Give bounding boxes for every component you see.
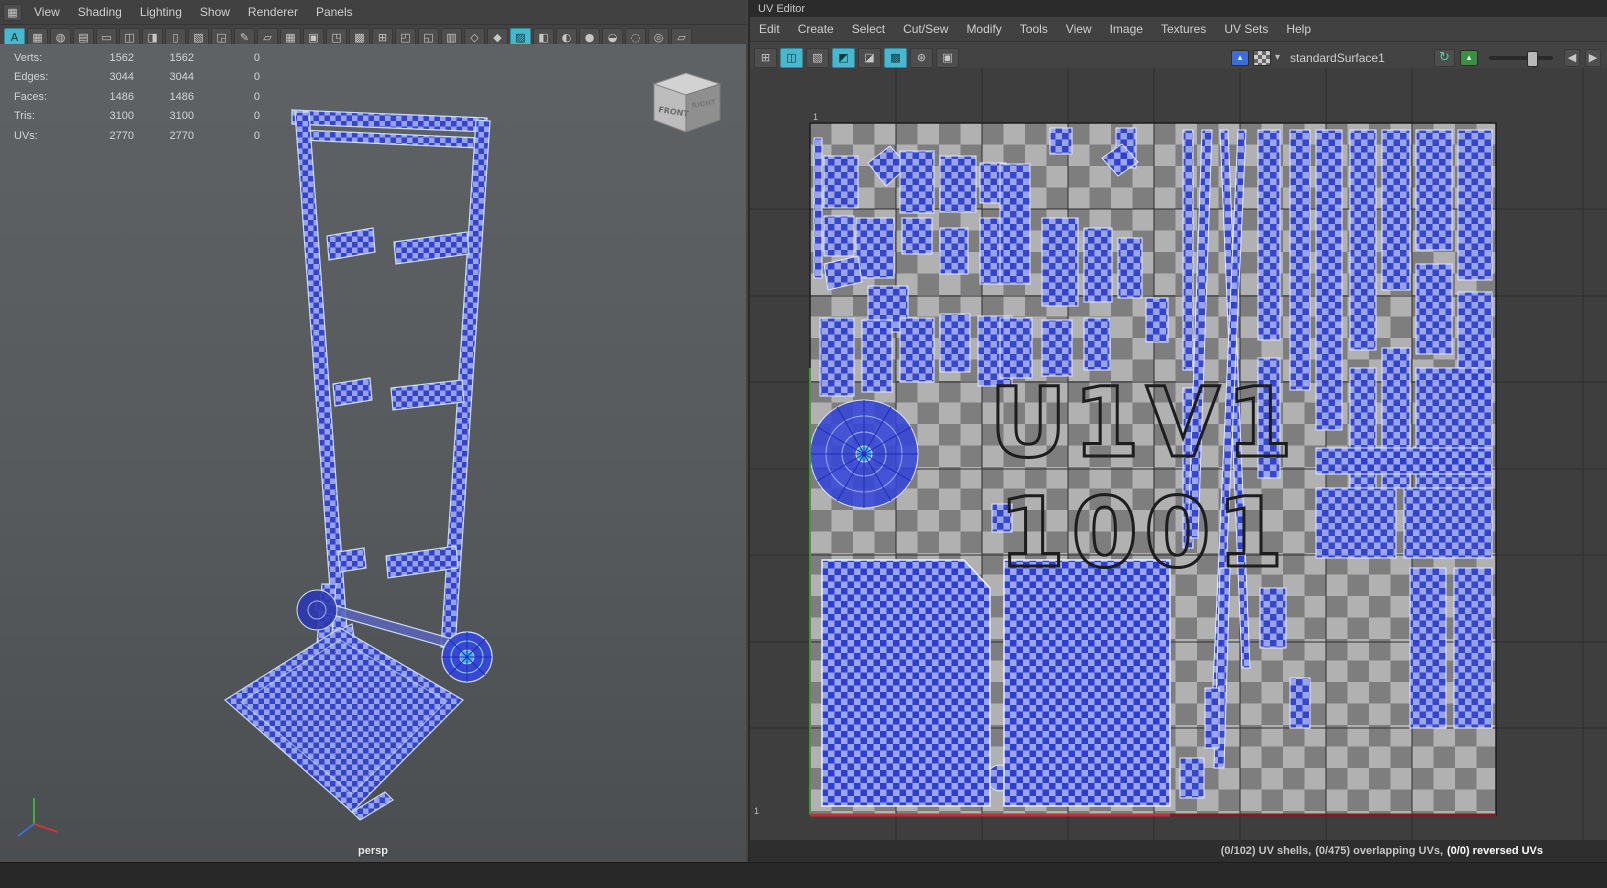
uv-lattice-icon[interactable]: ⊞	[754, 47, 777, 68]
uv-editor-menu-item[interactable]: View	[1057, 19, 1101, 39]
collapse-left-icon[interactable]: ◀	[1564, 48, 1580, 67]
viewport-panel: ▦ View Shading Lighting Show Renderer Panels …	[0, 0, 746, 888]
uv-shell-layer[interactable]: U1V1 1001	[750, 68, 1607, 840]
status-reversed-count: (0/0) reversed UVs	[1447, 845, 1543, 857]
uv-editor-menu-item[interactable]: Select	[843, 19, 894, 39]
pixel-snap-icon[interactable]: ▩	[884, 47, 907, 68]
uv-editor-menu-item[interactable]: Image	[1101, 19, 1152, 39]
camera-name-label: persp	[358, 845, 388, 857]
v-axis-tick-label: 1	[813, 112, 819, 122]
exposure-slider[interactable]	[1489, 50, 1553, 67]
viewport-menu-item[interactable]: Renderer	[239, 2, 307, 22]
uv-editor-menubar: Edit Create Select Cut/Sew Modify Tools View Im…	[750, 17, 1607, 42]
uv-toolbar-right-group: ↻ ▴ ◀ ▶	[1434, 48, 1605, 67]
uv-editor-menu-item[interactable]: Create	[789, 19, 843, 39]
wheel-right	[441, 631, 493, 683]
uv-editor-menu-item[interactable]: Help	[1277, 19, 1320, 39]
u-axis-tick-label: 1	[754, 806, 760, 816]
udim-uv-label: U1V1	[989, 367, 1299, 479]
view-cube[interactable]: FRONT RIGHT	[640, 68, 730, 152]
bake-texture-icon[interactable]: ▴	[1460, 49, 1478, 66]
uv-editor-title: UV Editor	[758, 2, 806, 15]
texture-dropdown-caret-icon[interactable]: ▾	[1275, 52, 1280, 63]
texture-name-field[interactable]: standardSurface1	[1284, 49, 1391, 67]
viewport-menu-item[interactable]: View	[25, 2, 69, 22]
viewport-menu-item[interactable]: Show	[191, 2, 239, 22]
uv-snapshot-icon[interactable]: ▣	[936, 47, 959, 68]
uv-editor-menu-item[interactable]: Tools	[1011, 19, 1057, 39]
viewport-3d[interactable]: Verts: 1562 1562 0 Edges: 3044 3044 0 Fa…	[0, 44, 746, 862]
status-overlapping-count: (0/475) overlapping UVs,	[1315, 845, 1443, 857]
status-shell-count: (0/102) UV shells,	[1220, 845, 1312, 857]
uv-editor-title-bar[interactable]: UV Editor	[750, 0, 1607, 17]
maya-window: ▦ View Shading Lighting Show Renderer Panels …	[0, 0, 1607, 888]
checker-map-toggle-icon[interactable]	[1253, 49, 1271, 66]
settings-gear-icon[interactable]: ⊛	[910, 47, 933, 68]
viewport-menu-item[interactable]: Panels	[307, 2, 362, 22]
wheel-uv-shell	[809, 399, 919, 509]
hand-truck-model[interactable]	[0, 44, 746, 862]
uv-status-bar: (0/102) UV shells, (0/475) overlapping U…	[750, 840, 1607, 862]
window-bottom-strip	[0, 862, 1607, 888]
refresh-textures-icon[interactable]: ↻	[1434, 48, 1455, 67]
exposure-slider-handle[interactable]	[1527, 50, 1538, 67]
wheel-left	[296, 589, 338, 631]
axis-triad	[17, 798, 59, 837]
uv-editor-menu-item[interactable]: UV Sets	[1215, 19, 1277, 39]
uv-editor-menu-item[interactable]: Cut/Sew	[894, 19, 957, 39]
texture-selector: ▴ ▾ standardSurface1	[1231, 49, 1391, 67]
move-uv-shell-icon[interactable]: ◫	[780, 47, 803, 68]
sew-uv-tool-icon[interactable]: ◪	[858, 47, 881, 68]
uv-editor-menu-item[interactable]: Edit	[750, 19, 789, 39]
panel-menu-icon[interactable]: ▦	[3, 3, 22, 21]
cut-uv-tool-icon[interactable]: ◩	[832, 47, 855, 68]
viewport-menubar: ▦ View Shading Lighting Show Renderer Panels	[0, 0, 746, 25]
collapse-right-icon[interactable]: ▶	[1585, 48, 1601, 67]
uv-editor-panel: UV Editor Edit Create Select Cut/Sew Modify T…	[748, 0, 1607, 888]
uv-editor-menu-item[interactable]: Modify	[957, 19, 1010, 39]
udim-number-label: 1001	[998, 477, 1289, 589]
uv-layout-icon[interactable]: ▧	[806, 47, 829, 68]
viewport-menu-item[interactable]: Shading	[69, 2, 131, 22]
uv-editor-menu-item[interactable]: Textures	[1152, 19, 1215, 39]
uv-canvas[interactable]: U1V1 1001 1 1	[750, 68, 1607, 840]
texture-display-icon[interactable]: ▴	[1231, 49, 1249, 66]
viewport-menu-item[interactable]: Lighting	[131, 2, 191, 22]
